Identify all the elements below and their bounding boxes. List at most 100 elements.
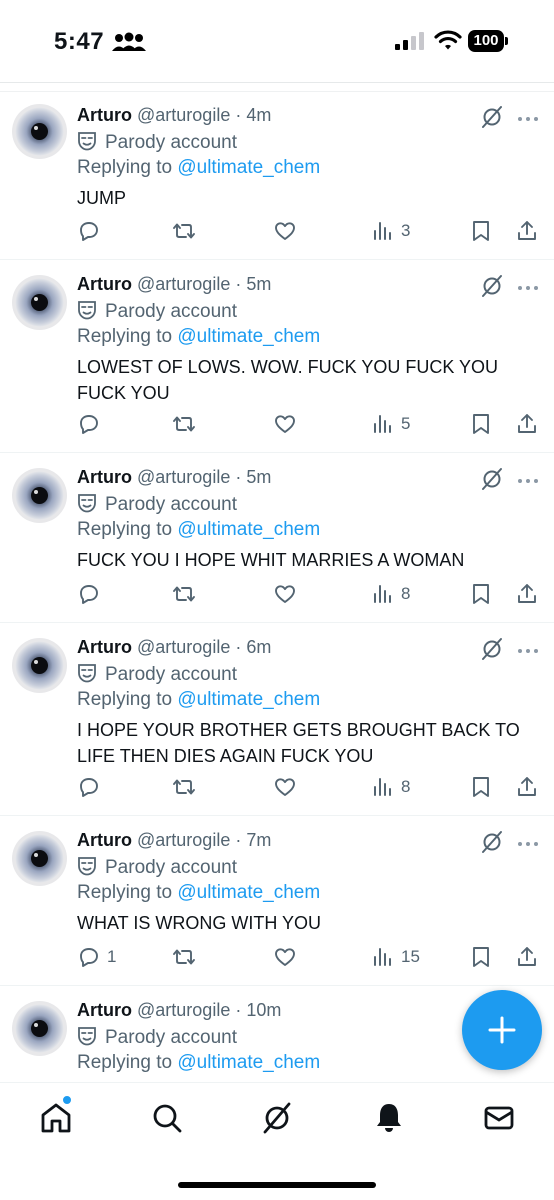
reply-button[interactable] (77, 579, 107, 609)
reply-button[interactable] (77, 216, 107, 246)
share-button[interactable] (515, 409, 539, 439)
replying-to-label: Replying to (77, 689, 178, 710)
like-button[interactable] (273, 772, 297, 802)
reply-handle-link[interactable]: @ultimate_chem (177, 689, 320, 710)
reply-icon (80, 415, 98, 434)
eye-avatar-image (12, 638, 67, 693)
bookmark-button[interactable] (469, 579, 493, 609)
reply-handle-link[interactable]: @ultimate_chem (177, 519, 320, 540)
views-button[interactable]: 3 (371, 216, 410, 246)
grok-icon[interactable] (480, 274, 504, 298)
more-icon[interactable] (516, 280, 540, 290)
share-button[interactable] (515, 216, 539, 246)
author-handle[interactable]: @arturogile (137, 467, 230, 487)
views-button[interactable]: 8 (371, 772, 410, 802)
reply-icon (80, 222, 98, 241)
like-button[interactable] (273, 409, 297, 439)
grok-nav-icon[interactable] (260, 1101, 294, 1135)
tweet[interactable]: Arturo @arturogile · 7m Parody account R… (0, 817, 554, 986)
avatar[interactable] (12, 468, 67, 523)
author-handle[interactable]: @arturogile (137, 830, 230, 850)
eye-avatar-image (12, 831, 67, 886)
reply-handle-link[interactable]: @ultimate_chem (177, 882, 320, 903)
tweet[interactable]: Arturo @arturogile · 6m Parody account R… (0, 624, 554, 816)
like-button[interactable] (273, 942, 297, 972)
reply-button[interactable]: 1 (77, 942, 116, 972)
views-button[interactable]: 15 (371, 942, 420, 972)
wifi-icon (434, 30, 462, 50)
bookmark-icon (473, 777, 489, 797)
grok-icon[interactable] (480, 830, 504, 854)
bookmark-button[interactable] (469, 772, 493, 802)
compose-post-button[interactable] (462, 990, 542, 1070)
grok-icon[interactable] (480, 105, 504, 129)
grok-icon (482, 275, 502, 297)
view-count: 5 (401, 414, 411, 433)
author-handle[interactable]: @arturogile (137, 637, 230, 657)
tweet-text: FUCK YOU I HOPE WHIT MARRIES A WOMAN (77, 550, 465, 570)
tweet[interactable]: Arturo @arturogile · 4m Parody account R… (0, 92, 554, 260)
more-icon (518, 117, 538, 121)
more-icon[interactable] (516, 473, 540, 483)
status-bar: 5:47 100 (0, 0, 554, 82)
repost-button[interactable] (172, 579, 196, 609)
grok-icon[interactable] (480, 637, 504, 661)
more-icon[interactable] (516, 643, 540, 653)
repost-button[interactable] (172, 942, 196, 972)
parody-label: Parody account (77, 663, 237, 686)
avatar[interactable] (12, 275, 67, 330)
author-handle[interactable]: @arturogile (137, 105, 230, 125)
replying-to: Replying to @ultimate_chem (77, 157, 320, 179)
avatar[interactable] (12, 1001, 67, 1056)
more-icon[interactable] (516, 111, 540, 121)
avatar[interactable] (12, 638, 67, 693)
tweet-actions: 5 (0, 409, 554, 439)
home-icon[interactable] (39, 1101, 73, 1135)
reply-handle-link[interactable]: @ultimate_chem (177, 1052, 320, 1073)
reply-button[interactable] (77, 409, 107, 439)
search-icon[interactable] (150, 1101, 184, 1135)
author-name[interactable]: Arturo (77, 467, 132, 487)
author-name[interactable]: Arturo (77, 830, 132, 850)
avatar[interactable] (12, 104, 67, 159)
tweet[interactable]: Arturo @arturogile · 5m Parody account R… (0, 454, 554, 623)
grok-icon[interactable] (480, 467, 504, 491)
avatar[interactable] (12, 831, 67, 886)
reply-button[interactable] (77, 772, 107, 802)
author-handle[interactable]: @arturogile (137, 274, 230, 294)
share-button[interactable] (515, 942, 539, 972)
repost-button[interactable] (172, 216, 196, 246)
share-icon (518, 777, 536, 796)
notifications-bell-icon[interactable] (372, 1101, 406, 1135)
parody-text: Parody account (105, 664, 238, 685)
reply-handle-link[interactable]: @ultimate_chem (177, 326, 320, 347)
reply-handle-link[interactable]: @ultimate_chem (177, 157, 320, 178)
tweet-actions: 8 (0, 772, 554, 802)
author-name[interactable]: Arturo (77, 637, 132, 657)
repost-button[interactable] (172, 772, 196, 802)
bookmark-button[interactable] (469, 216, 493, 246)
tweet-time: · 7m (235, 830, 272, 850)
like-button[interactable] (273, 216, 297, 246)
tweet[interactable]: Arturo @arturogile · 5m Parody account R… (0, 261, 554, 453)
bookmark-icon (473, 414, 489, 434)
share-button[interactable] (515, 579, 539, 609)
more-icon[interactable] (516, 836, 540, 846)
author-name[interactable]: Arturo (77, 1000, 132, 1020)
views-icon (374, 222, 391, 240)
parody-label: Parody account (77, 300, 237, 323)
messages-icon[interactable] (482, 1101, 516, 1135)
bookmark-button[interactable] (469, 942, 493, 972)
author-name[interactable]: Arturo (77, 274, 132, 294)
like-button[interactable] (273, 579, 297, 609)
views-button[interactable]: 8 (371, 579, 410, 609)
bookmark-button[interactable] (469, 409, 493, 439)
parody-text: Parody account (105, 132, 238, 153)
author-handle[interactable]: @arturogile (137, 1000, 230, 1020)
views-button[interactable]: 5 (371, 409, 410, 439)
share-button[interactable] (515, 772, 539, 802)
author-name[interactable]: Arturo (77, 105, 132, 125)
more-icon (518, 286, 538, 290)
repost-button[interactable] (172, 409, 196, 439)
heart-icon (275, 948, 295, 966)
